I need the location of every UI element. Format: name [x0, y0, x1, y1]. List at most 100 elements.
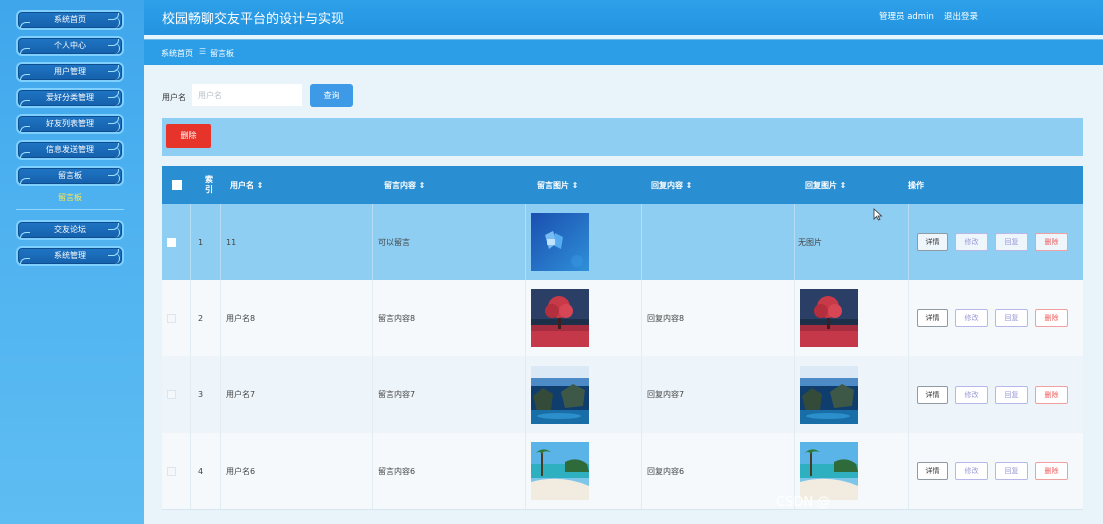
- sidebar-item-guestbook[interactable]: 留言板: [16, 166, 124, 186]
- abstract-blue-image[interactable]: [531, 213, 589, 271]
- column-divider: [190, 356, 191, 433]
- delete-button[interactable]: 删除: [1035, 386, 1068, 404]
- cell-content: 留言内容6: [378, 466, 416, 476]
- header-username[interactable]: 用户名 ⇕: [230, 166, 264, 204]
- batch-delete-button[interactable]: 删除: [166, 124, 211, 148]
- column-divider: [372, 356, 373, 433]
- table-row: 2 用户名8 留言内容8 回复内容8 详情 修改 回复 删除: [162, 280, 1083, 357]
- sidebar-item-label: 信息发送管理: [46, 145, 94, 154]
- breadcrumb-current: 留言板: [210, 49, 234, 58]
- breadcrumb: 系统首页 ☰ 留言板: [144, 40, 1103, 65]
- cell-index: 4: [198, 466, 204, 476]
- column-divider: [794, 356, 795, 433]
- logout-link[interactable]: 退出登录: [944, 10, 978, 22]
- red-tree-image[interactable]: [800, 289, 858, 347]
- table-row: 4 用户名6 留言内容6 回复内容6 详情 修改 回复 删除: [162, 433, 1083, 510]
- sidebar-item-users[interactable]: 用户管理: [16, 62, 124, 82]
- username-search-input[interactable]: [192, 84, 302, 106]
- mouse-cursor-icon: [873, 208, 883, 221]
- column-divider: [220, 280, 221, 356]
- header-divider: [144, 35, 1103, 39]
- cell-username: 用户名6: [226, 466, 256, 476]
- column-divider: [794, 280, 795, 356]
- column-divider: [190, 433, 191, 509]
- breadcrumb-home[interactable]: 系统首页: [161, 48, 193, 59]
- sidebar-item-system[interactable]: 系统管理: [16, 246, 124, 266]
- column-divider: [190, 204, 191, 280]
- sidebar-item-label: 系统管理: [54, 251, 86, 260]
- island-sea-image[interactable]: [800, 366, 858, 424]
- delete-button[interactable]: 删除: [1035, 309, 1068, 327]
- header-image[interactable]: 留言图片 ⇕: [537, 166, 579, 204]
- sidebar-item-friends[interactable]: 好友列表管理: [16, 114, 124, 134]
- cell-index: 3: [198, 390, 204, 399]
- header-index[interactable]: 索引: [202, 166, 216, 204]
- sidebar-item-label: 个人中心: [54, 41, 86, 50]
- cell-username: 用户名8: [226, 313, 256, 323]
- column-divider: [525, 280, 526, 356]
- cell-username: 11: [226, 237, 237, 247]
- sidebar: 系统首页 个人中心 用户管理 爱好分类管理 好友列表管理 信息发送管理 留言板 …: [0, 0, 144, 524]
- header-content[interactable]: 留言内容 ⇕: [384, 166, 426, 204]
- query-button[interactable]: 查询: [310, 84, 353, 107]
- reply-button[interactable]: 回复: [995, 462, 1028, 480]
- sidebar-item-forum[interactable]: 交友论坛: [16, 220, 124, 240]
- column-divider: [908, 356, 909, 433]
- header-reply[interactable]: 回复内容 ⇕: [651, 166, 693, 204]
- sidebar-item-home[interactable]: 系统首页: [16, 10, 124, 30]
- column-divider: [372, 204, 373, 280]
- app-title: 校园畅聊交友平台的设计与实现: [162, 12, 345, 27]
- sidebar-item-label: 好友列表管理: [46, 119, 94, 128]
- row-checkbox[interactable]: [167, 433, 176, 509]
- column-divider: [794, 204, 795, 280]
- detail-button[interactable]: 详情: [917, 233, 948, 251]
- reply-button[interactable]: 回复: [995, 386, 1028, 404]
- edit-button[interactable]: 修改: [955, 233, 988, 251]
- reply-button[interactable]: 回复: [995, 233, 1028, 251]
- top-header: 校园畅聊交友平台的设计与实现 管理员 admin 退出登录: [144, 0, 1103, 35]
- cell-no-image: 无图片: [798, 237, 822, 247]
- sidebar-item-hobby-category[interactable]: 爱好分类管理: [16, 88, 124, 108]
- breadcrumb-separator-icon: ☰: [199, 47, 207, 56]
- detail-button[interactable]: 详情: [917, 309, 948, 327]
- column-divider: [525, 433, 526, 509]
- row-checkbox[interactable]: [167, 204, 176, 280]
- beach-palm-image[interactable]: [531, 442, 589, 500]
- edit-button[interactable]: 修改: [955, 462, 988, 480]
- column-divider: [220, 433, 221, 509]
- row-checkbox[interactable]: [167, 280, 176, 356]
- cell-reply: 回复内容7: [647, 390, 685, 399]
- beach-palm-image[interactable]: [800, 442, 858, 500]
- cell-reply: 回复内容8: [647, 313, 685, 323]
- detail-button[interactable]: 详情: [917, 386, 948, 404]
- column-divider: [220, 204, 221, 280]
- sidebar-item-messages[interactable]: 信息发送管理: [16, 140, 124, 160]
- action-bar: [162, 118, 1083, 156]
- header-reply-image[interactable]: 回复图片 ⇕: [805, 166, 847, 204]
- submenu-item-guestbook[interactable]: 留言板: [16, 191, 124, 205]
- cell-reply: 回复内容6: [647, 466, 685, 476]
- reply-button[interactable]: 回复: [995, 309, 1028, 327]
- column-divider: [641, 280, 642, 356]
- cell-index: 2: [198, 313, 204, 323]
- red-tree-image[interactable]: [531, 289, 589, 347]
- delete-button[interactable]: 删除: [1035, 233, 1068, 251]
- column-divider: [641, 204, 642, 280]
- select-all-checkbox[interactable]: [172, 166, 182, 204]
- column-divider: [525, 204, 526, 280]
- column-divider: [908, 433, 909, 509]
- sidebar-item-label: 留言板: [58, 171, 82, 180]
- search-label: 用户名: [162, 93, 186, 102]
- current-user: 管理员 admin: [879, 12, 934, 22]
- edit-button[interactable]: 修改: [955, 309, 988, 327]
- column-divider: [220, 356, 221, 433]
- sidebar-item-label: 交友论坛: [54, 225, 86, 234]
- sidebar-item-label: 系统首页: [54, 15, 86, 24]
- island-sea-image[interactable]: [531, 366, 589, 424]
- row-checkbox[interactable]: [167, 356, 176, 433]
- delete-button[interactable]: 删除: [1035, 462, 1068, 480]
- sidebar-item-profile[interactable]: 个人中心: [16, 36, 124, 56]
- detail-button[interactable]: 详情: [917, 462, 948, 480]
- table-row: 1 11 可以留言 无图片 详情 修改 回复 删除: [162, 204, 1083, 281]
- edit-button[interactable]: 修改: [955, 386, 988, 404]
